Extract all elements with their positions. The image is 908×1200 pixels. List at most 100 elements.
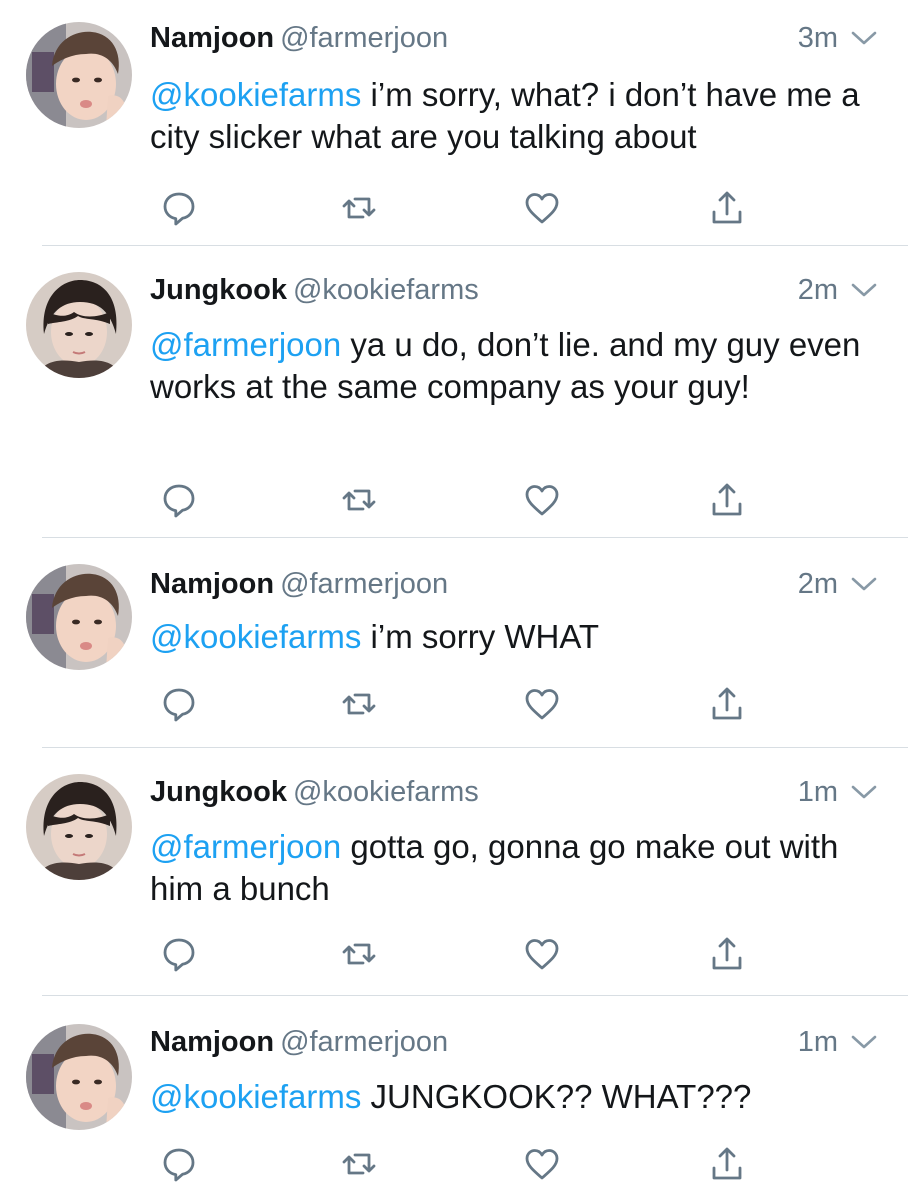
reply-button[interactable]: [157, 682, 201, 726]
tweet-text-body: JUNGKOOK?? WHAT???: [361, 1078, 752, 1115]
like-button[interactable]: [520, 682, 564, 726]
share-icon: [707, 480, 747, 520]
retweet-button[interactable]: [337, 932, 381, 976]
tweet-actions: [0, 478, 908, 522]
tweet-header: Namjoon @farmerjoon 3m: [150, 18, 878, 58]
retweet-icon: [339, 934, 379, 974]
chevron-down-icon[interactable]: [850, 574, 878, 594]
share-button[interactable]: [705, 478, 749, 522]
divider: [42, 995, 908, 996]
share-button[interactable]: [705, 1142, 749, 1186]
timestamp[interactable]: 2m: [798, 564, 838, 604]
author-handle[interactable]: @kookiefarms: [293, 274, 479, 306]
tweet[interactable]: Namjoon @farmerjoon 3m @kookiefarms i’m s…: [0, 18, 908, 246]
reply-icon: [159, 1144, 199, 1184]
retweet-icon: [339, 684, 379, 724]
mention-link[interactable]: @farmerjoon: [150, 828, 341, 865]
mention-link[interactable]: @farmerjoon: [150, 326, 341, 363]
retweet-icon: [339, 480, 379, 520]
tweet[interactable]: Namjoon @farmerjoon 1m @kookiefarms JUNGK…: [0, 1022, 908, 1200]
divider: [42, 747, 908, 748]
author-name[interactable]: Namjoon: [150, 22, 274, 54]
retweet-icon: [339, 188, 379, 228]
tweet[interactable]: Jungkook @kookiefarms 2m @farmerjoon ya u…: [0, 270, 908, 536]
tweet-header: Jungkook @kookiefarms 1m: [150, 772, 878, 812]
tweet-text: @kookiefarms JUNGKOOK?? WHAT???: [150, 1076, 870, 1118]
tweet-actions: [0, 682, 908, 726]
tweet-actions: [0, 1142, 908, 1186]
tweet-actions: [0, 186, 908, 230]
reply-icon: [159, 684, 199, 724]
like-button[interactable]: [520, 478, 564, 522]
tweet-text: @kookiefarms i’m sorry, what? i don’t ha…: [150, 74, 870, 158]
heart-icon: [522, 684, 562, 724]
tweet-text-body: i’m sorry WHAT: [361, 618, 600, 655]
mention-link[interactable]: @kookiefarms: [150, 1078, 361, 1115]
share-icon: [707, 934, 747, 974]
tweet-actions: [0, 932, 908, 976]
share-button[interactable]: [705, 186, 749, 230]
author-handle[interactable]: @farmerjoon: [280, 1026, 448, 1058]
chevron-down-icon[interactable]: [850, 280, 878, 300]
avatar[interactable]: [26, 1024, 132, 1130]
avatar[interactable]: [26, 774, 132, 880]
share-button[interactable]: [705, 932, 749, 976]
author-handle[interactable]: @kookiefarms: [293, 776, 479, 808]
tweet-text: @kookiefarms i’m sorry WHAT: [150, 616, 870, 658]
divider: [42, 245, 908, 246]
like-button[interactable]: [520, 1142, 564, 1186]
like-button[interactable]: [520, 932, 564, 976]
author-name[interactable]: Jungkook: [150, 274, 287, 306]
share-button[interactable]: [705, 682, 749, 726]
reply-icon: [159, 934, 199, 974]
reply-icon: [159, 480, 199, 520]
mention-link[interactable]: @kookiefarms: [150, 76, 361, 113]
mention-link[interactable]: @kookiefarms: [150, 618, 361, 655]
tweet[interactable]: Jungkook @kookiefarms 1m @farmerjoon gott…: [0, 772, 908, 994]
heart-icon: [522, 1144, 562, 1184]
heart-icon: [522, 934, 562, 974]
retweet-button[interactable]: [337, 186, 381, 230]
avatar[interactable]: [26, 22, 132, 128]
chevron-down-icon[interactable]: [850, 28, 878, 48]
tweet[interactable]: Namjoon @farmerjoon 2m @kookiefarms i’m s…: [0, 564, 908, 748]
avatar-image: [26, 272, 132, 378]
tweet-text: @farmerjoon ya u do, don’t lie. and my g…: [150, 324, 870, 408]
reply-button[interactable]: [157, 932, 201, 976]
author-name[interactable]: Namjoon: [150, 568, 274, 600]
avatar-image: [26, 564, 132, 670]
reply-button[interactable]: [157, 1142, 201, 1186]
author-handle[interactable]: @farmerjoon: [280, 22, 448, 54]
chevron-down-icon[interactable]: [850, 1032, 878, 1052]
tweet-header: Namjoon @farmerjoon 1m: [150, 1022, 878, 1062]
author-handle[interactable]: @farmerjoon: [280, 568, 448, 600]
heart-icon: [522, 480, 562, 520]
avatar[interactable]: [26, 272, 132, 378]
retweet-button[interactable]: [337, 1142, 381, 1186]
like-button[interactable]: [520, 186, 564, 230]
tweet-text: @farmerjoon gotta go, gonna go make out …: [150, 826, 870, 910]
tweet-header: Namjoon @farmerjoon 2m: [150, 564, 878, 604]
divider: [42, 537, 908, 538]
reply-button[interactable]: [157, 478, 201, 522]
retweet-button[interactable]: [337, 682, 381, 726]
retweet-button[interactable]: [337, 478, 381, 522]
timestamp[interactable]: 1m: [798, 772, 838, 812]
timestamp[interactable]: 1m: [798, 1022, 838, 1062]
reply-icon: [159, 188, 199, 228]
avatar[interactable]: [26, 564, 132, 670]
avatar-image: [26, 22, 132, 128]
share-icon: [707, 1144, 747, 1184]
avatar-image: [26, 774, 132, 880]
tweet-header: Jungkook @kookiefarms 2m: [150, 270, 878, 310]
chevron-down-icon[interactable]: [850, 782, 878, 802]
share-icon: [707, 684, 747, 724]
timestamp[interactable]: 2m: [798, 270, 838, 310]
heart-icon: [522, 188, 562, 228]
timestamp[interactable]: 3m: [798, 18, 838, 58]
share-icon: [707, 188, 747, 228]
reply-button[interactable]: [157, 186, 201, 230]
author-name[interactable]: Jungkook: [150, 776, 287, 808]
author-name[interactable]: Namjoon: [150, 1026, 274, 1058]
avatar-image: [26, 1024, 132, 1130]
